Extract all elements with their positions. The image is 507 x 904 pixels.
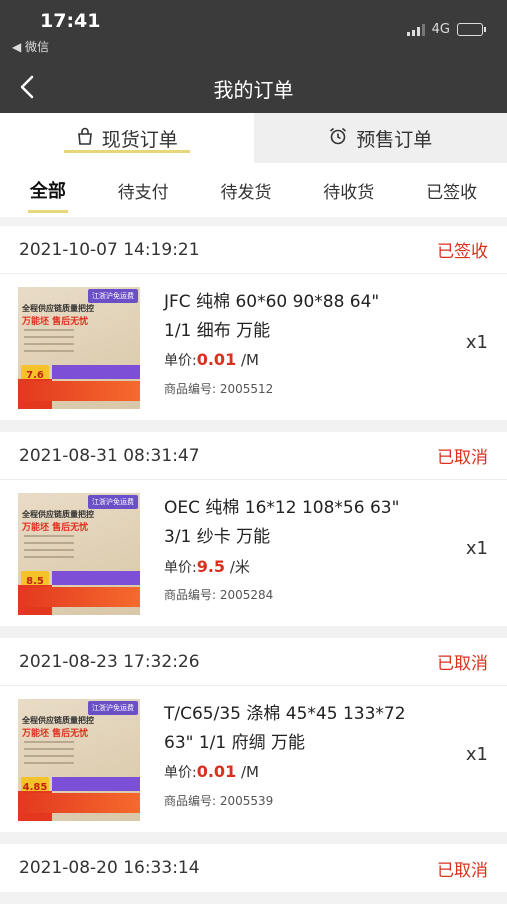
tab-label: 现货订单 [102, 125, 178, 152]
status-filter-bar: 全部 待支付 待发货 待收货 已签收 [0, 163, 507, 217]
thumb-line1: 全程供应链质量把控 [22, 303, 94, 314]
order-item[interactable]: 江浙沪免运费 全程供应链质量把控 万能坯 售后无忧 7.6 JFC 纯棉 60*… [0, 274, 507, 420]
thumb-line2: 万能坯 售后无忧 [22, 726, 88, 739]
product-thumbnail: 江浙沪免运费 全程供应链质量把控 万能坯 售后无忧 4.85 [18, 699, 140, 821]
price-prefix: 单价: [164, 353, 197, 369]
price-unit: /M [236, 351, 259, 369]
thumb-line1: 全程供应链质量把控 [22, 715, 94, 726]
status-time: 17:41 [40, 10, 100, 32]
product-title-line2: 1/1 细布 万能 [164, 317, 434, 346]
thumb-line2: 万能坯 售后无忧 [22, 314, 88, 327]
tab-presale-orders[interactable]: 预售订单 [254, 113, 507, 163]
product-thumbnail: 江浙沪免运费 全程供应链质量把控 万能坯 售后无忧 8.5 [18, 493, 140, 615]
top-bar: 17:41 ◀ 微信 4G 我的订单 [0, 0, 507, 113]
network-type: 4G [432, 22, 450, 37]
product-title-line1: JFC 纯棉 60*60 90*88 64" [164, 288, 434, 317]
filter-pending-payment[interactable]: 待支付 [114, 172, 173, 209]
product-title: OEC 纯棉 16*12 108*56 63" 3/1 纱卡 万能 [164, 494, 434, 552]
price-prefix: 单价: [164, 560, 197, 576]
back-to-wechat[interactable]: ◀ 微信 [12, 38, 49, 55]
price-value: 0.01 [197, 762, 236, 781]
price-value: 0.01 [197, 350, 236, 369]
order-list: 2021-10-07 14:19:21 已签收 江浙沪免运费 全程供应链质量把控… [0, 226, 507, 904]
product-price: 单价:0.01 /M [164, 350, 259, 370]
order-type-tabs: 现货订单 预售订单 [0, 113, 507, 163]
product-thumbnail: 江浙沪免运费 全程供应链质量把控 万能坯 售后无忧 7.6 [18, 287, 140, 409]
quantity: x1 [466, 538, 488, 559]
order-status: 已取消 [437, 443, 488, 468]
thumb-line1: 全程供应链质量把控 [22, 509, 94, 520]
product-title-line2: 3/1 纱卡 万能 [164, 523, 434, 552]
product-code: 商品编号: 2005539 [164, 792, 273, 809]
product-title-line2: 63" 1/1 府绸 万能 [164, 729, 434, 758]
tab-label: 预售订单 [356, 125, 432, 152]
order-status: 已签收 [437, 237, 488, 262]
code-prefix: 商品编号: [164, 794, 220, 808]
order-date: 2021-08-31 08:31:47 [19, 446, 200, 466]
order-status: 已取消 [437, 649, 488, 674]
page-title: 我的订单 [0, 74, 507, 103]
signal-icon [407, 24, 425, 36]
code-value: 2005284 [220, 588, 273, 602]
order-status: 已取消 [437, 856, 488, 881]
code-prefix: 商品编号: [164, 588, 220, 602]
order-header: 2021-10-07 14:19:21 已签收 [0, 226, 507, 274]
code-prefix: 商品编号: [164, 382, 220, 396]
order-item[interactable]: 江浙沪免运费 全程供应链质量把控 万能坯 售后无忧 4.85 T/C65/35 … [0, 686, 507, 832]
code-value: 2005539 [220, 794, 273, 808]
code-value: 2005512 [220, 382, 273, 396]
alarm-clock-icon [328, 126, 348, 151]
order-card[interactable]: 2021-08-23 17:32:26 已取消 江浙沪免运费 全程供应链质量把控… [0, 638, 507, 832]
order-date: 2021-08-20 16:33:14 [19, 858, 200, 878]
order-date: 2021-10-07 14:19:21 [19, 240, 200, 260]
tab-spot-orders[interactable]: 现货订单 [0, 113, 254, 163]
filter-all[interactable]: 全部 [26, 171, 70, 209]
product-code: 商品编号: 2005512 [164, 380, 273, 397]
price-unit: /M [236, 763, 259, 781]
quantity: x1 [466, 332, 488, 353]
order-header: 2021-08-20 16:33:14 已取消 [0, 844, 507, 892]
price-value: 9.5 [197, 557, 225, 576]
product-price: 单价:0.01 /M [164, 762, 259, 782]
filter-signed[interactable]: 已签收 [422, 172, 481, 209]
order-card[interactable]: 2021-08-20 16:33:14 已取消 [0, 844, 507, 892]
order-card[interactable]: 2021-08-31 08:31:47 已取消 江浙沪免运费 全程供应链质量把控… [0, 432, 507, 626]
order-item[interactable]: 江浙沪免运费 全程供应链质量把控 万能坯 售后无忧 8.5 OEC 纯棉 16*… [0, 480, 507, 626]
order-card[interactable]: 2021-10-07 14:19:21 已签收 江浙沪免运费 全程供应链质量把控… [0, 226, 507, 420]
thumb-line2: 万能坯 售后无忧 [22, 520, 88, 533]
quantity: x1 [466, 744, 488, 765]
product-title-line1: OEC 纯棉 16*12 108*56 63" [164, 494, 434, 523]
order-header: 2021-08-31 08:31:47 已取消 [0, 432, 507, 480]
thumb-ribbon: 江浙沪免运费 [88, 289, 138, 303]
bag-icon [76, 127, 94, 150]
status-indicators: 4G [407, 22, 483, 37]
filter-pending-receipt[interactable]: 待收货 [319, 172, 378, 209]
filter-pending-shipment[interactable]: 待发货 [216, 172, 275, 209]
order-date: 2021-08-23 17:32:26 [19, 652, 200, 672]
order-header: 2021-08-23 17:32:26 已取消 [0, 638, 507, 686]
thumb-ribbon: 江浙沪免运费 [88, 495, 138, 509]
price-unit: /米 [225, 558, 250, 576]
battery-icon [457, 23, 483, 36]
thumb-ribbon: 江浙沪免运费 [88, 701, 138, 715]
price-prefix: 单价: [164, 765, 197, 781]
product-title: JFC 纯棉 60*60 90*88 64" 1/1 细布 万能 [164, 288, 434, 346]
product-title-line1: T/C65/35 涤棉 45*45 133*72 [164, 700, 434, 729]
product-price: 单价:9.5 /米 [164, 556, 250, 577]
product-code: 商品编号: 2005284 [164, 586, 273, 603]
product-title: T/C65/35 涤棉 45*45 133*72 63" 1/1 府绸 万能 [164, 700, 434, 758]
